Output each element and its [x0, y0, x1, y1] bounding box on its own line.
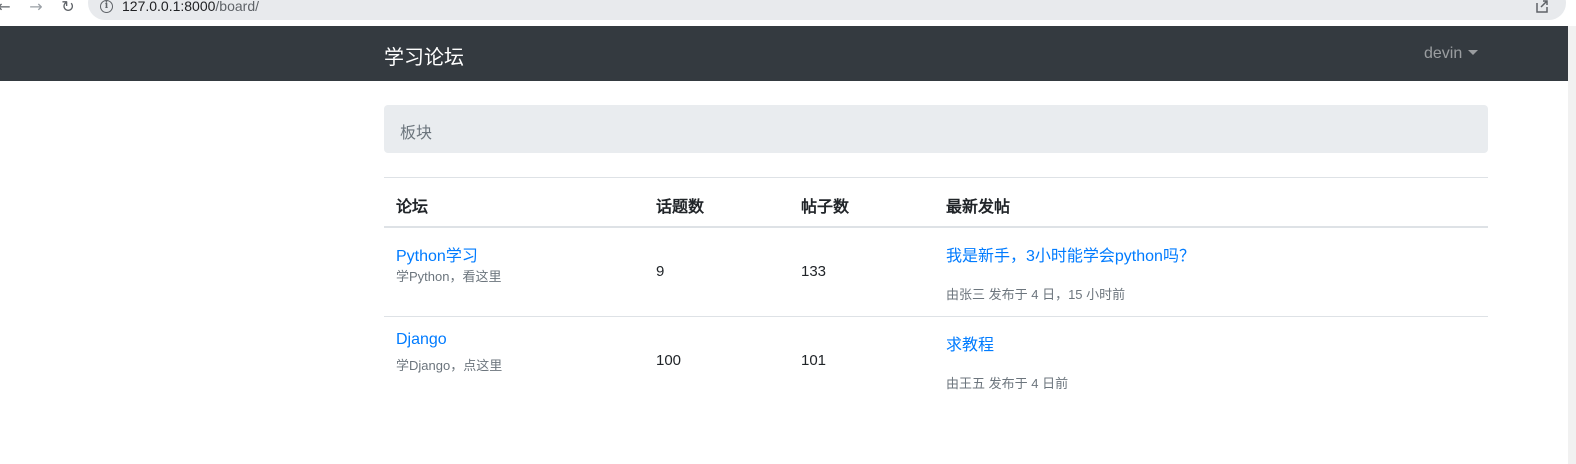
table-row: Python学习 学Python，看这里 9 133 我是新手，3小时能学会py… — [384, 228, 1488, 317]
url-host: 127.0.0.1:8000 — [122, 0, 216, 14]
posts-count: 133 — [801, 263, 827, 280]
url-text[interactable]: 127.0.0.1:8000/board/ — [122, 0, 259, 14]
board-description: 学Django，点这里 — [396, 358, 503, 373]
page-scrollbar[interactable] — [1568, 26, 1576, 464]
header-forum: 论坛 — [396, 199, 429, 216]
breadcrumb-item-active: 板块 — [400, 125, 433, 142]
header-latest-post: 最新发帖 — [946, 199, 1011, 216]
site-info-icon[interactable]: i — [100, 0, 113, 13]
browser-toolbar: ← → ↻ i 127.0.0.1:8000/board/ — [0, 0, 1576, 26]
top-navbar: 学习论坛 devin — [0, 26, 1568, 81]
latest-post-link[interactable]: 我是新手，3小时能学会python吗？ — [946, 242, 1195, 266]
board-description: 学Python，看这里 — [396, 269, 502, 284]
table-header: 论坛 话题数 帖子数 最新发帖 — [384, 177, 1488, 228]
brand-logo-link[interactable]: 学习论坛 — [384, 41, 464, 70]
table-row: Django 学Django，点这里 100 101 求教程 由王五 发布于 4… — [384, 317, 1488, 406]
address-bar[interactable] — [88, 0, 1566, 20]
topics-count: 9 — [656, 263, 665, 280]
posts-count: 101 — [801, 352, 827, 369]
header-posts: 帖子数 — [801, 199, 850, 216]
back-arrow-icon[interactable]: ← — [0, 0, 14, 16]
share-icon[interactable] — [1534, 0, 1550, 14]
boards-table: 论坛 话题数 帖子数 最新发帖 Python学习 学Python，看这里 9 1… — [384, 177, 1488, 406]
forward-arrow-icon[interactable]: → — [26, 0, 46, 16]
user-dropdown-toggle[interactable]: devin — [1424, 45, 1479, 63]
reload-icon[interactable]: ↻ — [58, 0, 78, 16]
board-link[interactable]: Python学习 — [396, 242, 478, 266]
board-link[interactable]: Django — [396, 331, 447, 349]
latest-post-link[interactable]: 求教程 — [946, 331, 994, 355]
url-path: /board/ — [215, 0, 260, 14]
latest-post-meta: 由王五 发布于 4 日前 — [946, 376, 1069, 391]
caret-down-icon — [1468, 49, 1479, 55]
username-label: devin — [1424, 45, 1463, 62]
latest-post-meta: 由张三 发布于 4 日，15 小时前 — [946, 287, 1126, 302]
topics-count: 100 — [656, 352, 682, 369]
header-topics: 话题数 — [656, 199, 705, 216]
breadcrumb: 板块 — [384, 105, 1488, 153]
